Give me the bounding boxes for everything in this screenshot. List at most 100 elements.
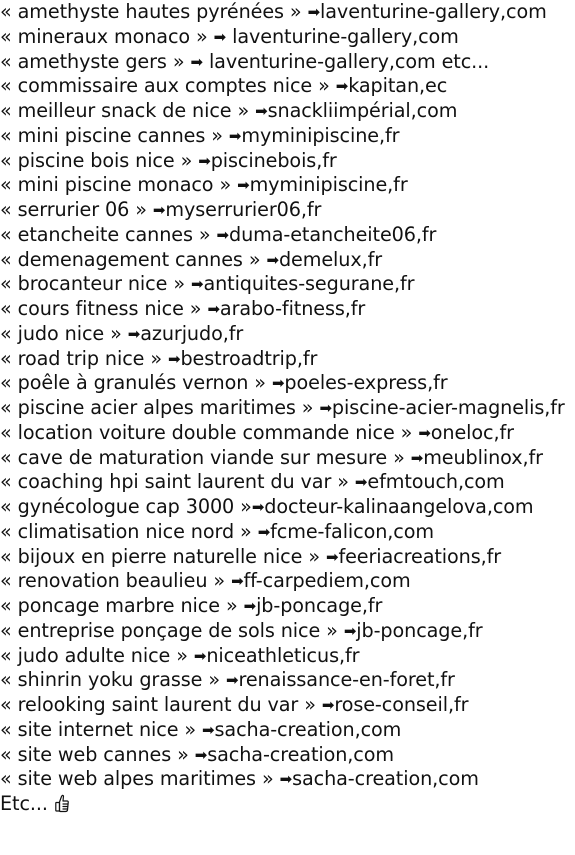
close-quote: » — [312, 74, 330, 98]
close-quote: » — [192, 222, 211, 246]
keyword-text: cave de maturation viande sur mesure — [17, 445, 388, 469]
site-name: sacha-creation,com — [207, 742, 394, 766]
keyword-text: mini piscine cannes — [17, 123, 206, 147]
open-quote: « — [0, 198, 18, 221]
open-quote: « — [0, 569, 18, 593]
list-item: « brocanteur nice » ➡antiquites-segurane… — [0, 272, 575, 297]
site-name: renaissance-en-foret,fr — [238, 668, 455, 692]
open-quote: « — [0, 173, 18, 197]
right-arrow-icon: ➡ — [202, 720, 215, 739]
keyword-text: demenagement cannes — [17, 247, 243, 271]
keyword-text: coaching hpi saint laurent du var — [17, 470, 332, 494]
open-quote: « — [0, 148, 18, 172]
keyword-text: mini piscine monaco — [17, 173, 214, 197]
open-quote: « — [0, 396, 18, 419]
list-item: « gynécologue cap 3000 »➡docteur-kalinaa… — [0, 495, 575, 520]
open-quote: « — [0, 594, 18, 617]
open-quote: « — [0, 544, 18, 568]
close-quote: » — [205, 123, 223, 147]
site-name: piscine-acier-magnelis,fr — [331, 396, 565, 419]
right-arrow-icon: ➡ — [190, 52, 203, 71]
keyword-text: amethyste gers — [17, 49, 167, 73]
open-quote: « — [0, 445, 18, 469]
right-arrow-icon: ➡ — [198, 151, 211, 170]
right-arrow-icon: ➡ — [194, 745, 208, 764]
open-quote: « — [0, 222, 18, 246]
keyword-text: shinrin yoku grasse — [17, 668, 203, 692]
right-arrow-icon: ➡ — [266, 250, 279, 269]
keyword-text: piscine bois nice — [17, 148, 175, 172]
list-item: « piscine acier alpes maritimes » ➡pisci… — [0, 396, 575, 421]
close-quote: » — [242, 247, 261, 271]
close-quote: » — [248, 371, 266, 395]
keyword-text: site web alpes maritimes — [17, 767, 256, 791]
site-name: oneloc,fr — [430, 420, 514, 444]
site-name: myserrurier06,fr — [165, 198, 322, 221]
close-quote: » — [166, 49, 185, 73]
keyword-text: amethyste hautes pyrénées — [17, 0, 284, 23]
list-item: « cours fitness nice » ➡arabo-fitness,fr — [0, 297, 575, 322]
close-quote: » — [144, 346, 162, 370]
list-item: « site web cannes » ➡sacha-creation,com — [0, 743, 575, 768]
right-arrow-icon: ➡ — [168, 349, 181, 368]
keyword-text: etancheite cannes — [17, 222, 193, 246]
right-arrow-icon: ➡ — [307, 3, 321, 21]
right-arrow-icon: ➡ — [226, 671, 239, 690]
keyword-text: site internet nice — [17, 717, 179, 741]
site-name: feeriacreations,fr — [338, 544, 502, 568]
open-quote: « — [0, 519, 18, 543]
site-name: niceathleticus,fr — [206, 643, 360, 667]
footer-etc-text: Etc... — [0, 792, 48, 815]
keyword-text: judo nice — [17, 321, 105, 345]
site-name: fcme-falicon,com — [270, 519, 434, 543]
list-item: « etancheite cannes » ➡duma-etancheite06… — [0, 223, 575, 248]
open-quote: « — [0, 346, 18, 370]
list-item: « poncage marbre nice » ➡jb-poncage,fr — [0, 594, 575, 619]
keyword-text: location voiture double commande nice — [17, 420, 395, 444]
open-quote: « — [0, 420, 18, 444]
site-name: myminipiscine,fr — [249, 173, 408, 197]
close-quote: » — [167, 272, 185, 296]
open-quote: « — [0, 742, 18, 766]
keyword-text: site web cannes — [17, 742, 172, 766]
open-quote: « — [0, 24, 18, 48]
list-item: « relooking saint laurent du var » ➡rose… — [0, 693, 575, 718]
list-item: « site web alpes maritimes » ➡sacha-crea… — [0, 767, 575, 792]
list-item: « entreprise ponçage de sols nice » ➡jb-… — [0, 619, 575, 644]
site-name: duma-etancheite06,fr — [229, 222, 437, 246]
keyword-text: poncage marbre nice — [17, 594, 220, 617]
list-item: « location voiture double commande nice … — [0, 421, 575, 446]
close-quote: » — [331, 470, 349, 494]
site-name: demelux,fr — [278, 247, 383, 271]
site-name: antiquites-segurane,fr — [203, 272, 415, 296]
close-quote: » — [170, 643, 188, 667]
right-arrow-icon: ➡ — [127, 324, 141, 343]
list-item: « judo adulte nice » ➡niceathleticus,fr — [0, 644, 575, 669]
list-item: « cave de maturation viande sur mesure »… — [0, 446, 575, 471]
list-item: « site internet nice » ➡sacha-creation,c… — [0, 718, 575, 743]
right-arrow-icon: ➡ — [325, 547, 339, 566]
open-quote: « — [0, 0, 18, 23]
right-arrow-icon: ➡ — [255, 102, 268, 120]
open-quote: « — [0, 49, 18, 73]
list-item: « renovation beaulieu » ➡ff-carpediem,co… — [0, 569, 575, 594]
keyword-text: judo adulte nice — [17, 643, 171, 667]
site-name: docteur-kalinaangelova,com — [264, 495, 534, 518]
site-name: piscinebois,fr — [210, 148, 337, 172]
close-quote: » — [190, 24, 208, 48]
right-arrow-icon: ➡ — [257, 522, 271, 541]
right-arrow-icon: ➡ — [193, 646, 207, 665]
open-quote: « — [0, 247, 18, 271]
keyword-text: meilleur snack de nice — [17, 99, 232, 122]
right-arrow-icon: ➡ — [207, 300, 220, 318]
right-arrow-icon: ➡ — [418, 423, 431, 442]
site-name: arabo-fitness,fr — [219, 297, 366, 320]
keyword-text: road trip nice — [17, 346, 145, 370]
close-quote: » — [387, 445, 405, 469]
close-quote: » — [298, 693, 316, 716]
close-quote: » — [231, 99, 250, 122]
site-name: jb-poncage,fr — [356, 618, 483, 642]
close-quote: » — [171, 742, 189, 766]
list-item: « mineraux monaco » ➡ laventurine-galler… — [0, 25, 575, 50]
open-quote: « — [0, 99, 18, 122]
